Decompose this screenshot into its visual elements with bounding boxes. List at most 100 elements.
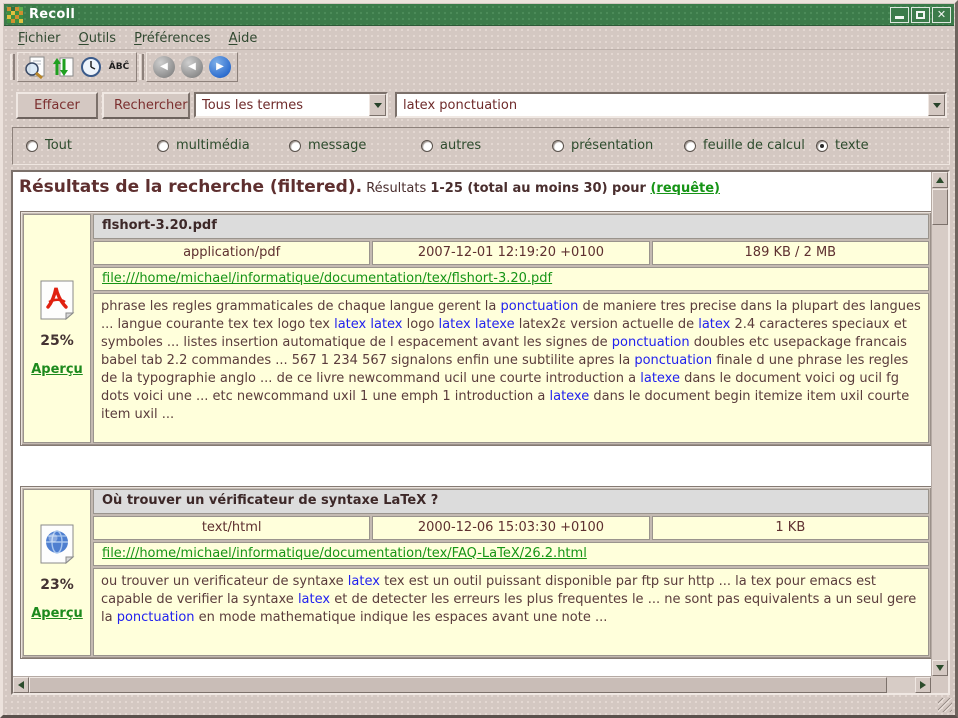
advanced-search-button[interactable] <box>21 54 49 80</box>
chevron-down-icon[interactable] <box>369 94 386 116</box>
search-mode-select[interactable]: Tous les termes <box>194 92 388 118</box>
search-button[interactable]: Rechercher <box>102 92 190 119</box>
results-area: Résultats de la recherche (filtered). Ré… <box>11 170 950 695</box>
result-snippet: ou trouver un verificateur de syntaxe la… <box>93 568 929 656</box>
search-query-input[interactable]: latex ponctuation <box>395 92 947 118</box>
minimize-icon <box>895 16 904 19</box>
scroll-right-button[interactable] <box>915 677 931 693</box>
result-mime: text/html <box>93 516 370 540</box>
search-mode-value: Tous les termes <box>196 98 369 113</box>
radio-icon <box>157 140 169 152</box>
result-url-link[interactable]: file:///home/michael/informatique/docume… <box>102 546 587 561</box>
toolbar-handle[interactable] <box>139 54 144 80</box>
query-link[interactable]: (requête) <box>650 181 720 196</box>
result-entry: 25% Aperçu flshort-3.20.pdf application/… <box>20 211 931 446</box>
radio-icon <box>26 140 38 152</box>
clear-button[interactable]: Effacer <box>16 92 98 119</box>
term-explorer-icon: ÂBĈ <box>109 62 129 72</box>
nav-forward-button[interactable]: ▶ <box>206 54 234 80</box>
results-header: Résultats de la recherche (filtered). Ré… <box>19 177 931 197</box>
preview-link[interactable]: Aperçu <box>31 606 83 621</box>
horizontal-scroll-thumb[interactable] <box>29 677 887 693</box>
result-snippet: phrase les regles grammaticales de chaqu… <box>93 293 929 443</box>
results-title: Résultats de la recherche (filtered). <box>19 177 362 197</box>
filter-radio-multime-dia[interactable]: multimédia <box>157 138 250 153</box>
advanced-search-icon <box>23 55 47 79</box>
scroll-down-button[interactable] <box>932 660 948 676</box>
filter-label: Tout <box>45 138 72 153</box>
filter-radio-feuille-de-calcul[interactable]: feuille de calcul <box>684 138 805 153</box>
filter-label: feuille de calcul <box>703 138 805 153</box>
nav-back-icon: ◀ <box>181 56 203 78</box>
menu-item-outils[interactable]: Outils <box>71 29 125 48</box>
search-row: Effacer Rechercher Tous les termes latex… <box>3 87 955 123</box>
result-icon-cell: 25% Aperçu <box>23 214 91 443</box>
term-explorer-button[interactable]: ÂBĈ <box>105 54 133 80</box>
result-size: 1 KB <box>652 516 929 540</box>
highlighted-term: latex <box>348 574 380 589</box>
highlighted-term: ponctuation <box>117 610 195 625</box>
nav-forward-icon: ▶ <box>209 56 231 78</box>
preview-link[interactable]: Aperçu <box>31 362 83 377</box>
scrollbar-corner <box>931 676 948 693</box>
vertical-scrollbar[interactable] <box>931 172 948 676</box>
search-query-value: latex ponctuation <box>397 98 928 113</box>
highlighted-term: latex <box>298 592 330 607</box>
chevron-down-icon[interactable] <box>928 94 945 116</box>
result-size: 189 KB / 2 MB <box>652 241 929 265</box>
relevance-percent: 23% <box>40 577 74 593</box>
nav-first-icon: ◀ <box>153 56 175 78</box>
highlighted-term: latexe <box>549 389 589 404</box>
result-entry: 23% Aperçu Où trouver un vérificateur de… <box>20 486 931 659</box>
result-url-link[interactable]: file:///home/michael/informatique/docume… <box>102 271 552 286</box>
scroll-left-button[interactable] <box>13 677 29 693</box>
nav-back-button[interactable]: ◀ <box>178 54 206 80</box>
maximize-icon <box>916 11 925 19</box>
relevance-percent: 25% <box>40 333 74 349</box>
radio-icon <box>816 140 828 152</box>
filter-radio-texte[interactable]: texte <box>816 138 869 153</box>
recoll-app-icon <box>7 7 23 23</box>
close-icon: ✕ <box>937 9 946 20</box>
highlighted-term: ponctuation <box>612 335 690 350</box>
arrow-left-icon <box>18 681 24 689</box>
minimize-button[interactable] <box>890 7 909 23</box>
html-icon[interactable] <box>39 524 75 564</box>
sort-parameters-button[interactable] <box>49 54 77 80</box>
result-main: Où trouver un vérificateur de syntaxe La… <box>93 489 929 656</box>
filter-radio-message[interactable]: message <box>289 138 366 153</box>
filter-radio-tout[interactable]: Tout <box>26 138 72 153</box>
recoll-window: Recoll ✕ FichierOutilsPréférencesAide <box>0 0 958 718</box>
highlighted-term: ponctuation <box>501 299 579 314</box>
toolbar: ÂBĈ ◀ ◀ ▶ <box>4 51 954 83</box>
highlighted-term: latexe <box>475 317 515 332</box>
resize-grip[interactable] <box>938 698 952 712</box>
highlighted-term: latex <box>370 317 402 332</box>
radio-icon <box>684 140 696 152</box>
radio-icon <box>421 140 433 152</box>
pdf-icon[interactable] <box>39 280 75 320</box>
vertical-scroll-thumb[interactable] <box>932 189 948 225</box>
menubar: FichierOutilsPréférencesAide <box>4 27 954 50</box>
horizontal-scrollbar[interactable] <box>13 676 931 693</box>
arrow-down-icon <box>936 665 944 671</box>
nav-first-button[interactable]: ◀ <box>150 54 178 80</box>
menu-item-aide[interactable]: Aide <box>221 29 266 48</box>
toolbar-group-nav: ◀ ◀ ▶ <box>146 52 238 82</box>
filter-radio-pre-sentation[interactable]: présentation <box>552 138 653 153</box>
sort-parameters-icon <box>51 55 75 79</box>
scroll-up-button[interactable] <box>932 172 948 188</box>
arrow-up-icon <box>936 177 944 183</box>
result-date: 2007-12-01 12:19:20 +0100 <box>372 241 649 265</box>
document-history-button[interactable] <box>77 54 105 80</box>
maximize-button[interactable] <box>911 7 930 23</box>
menu-item-preferences[interactable]: Préférences <box>126 29 218 48</box>
toolbar-handle[interactable] <box>10 54 15 80</box>
clock-icon <box>79 55 103 79</box>
menu-item-fichier[interactable]: Fichier <box>10 29 69 48</box>
titlebar[interactable]: Recoll ✕ <box>4 4 954 26</box>
filter-label: présentation <box>571 138 653 153</box>
close-button[interactable]: ✕ <box>932 7 951 23</box>
filter-radio-autres[interactable]: autres <box>421 138 481 153</box>
highlighted-term: latex <box>334 317 366 332</box>
